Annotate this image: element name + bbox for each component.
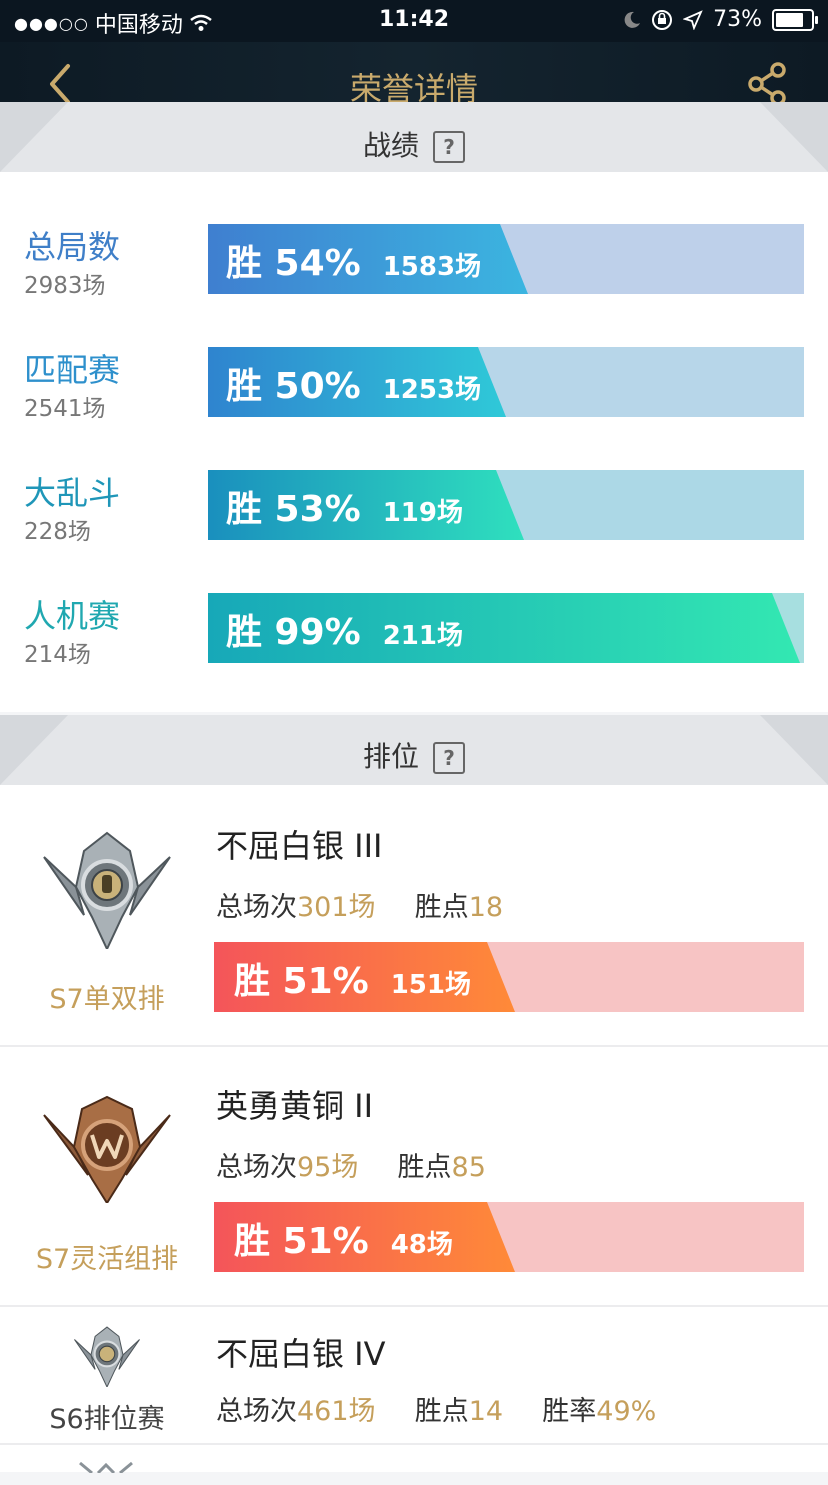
rank-season: S6排位赛 (49, 1404, 165, 1435)
stats-panel: 总局数 2983场 胜 54% 1583场 匹配赛 2541场 胜 50% 1253… (0, 172, 828, 712)
win-rate-bar: 胜 99% 211场 (208, 593, 804, 663)
win-label: 胜 54% (226, 243, 361, 284)
win-rate-bar: 胜 51% 48场 (214, 1202, 804, 1272)
win-rate-bar: 胜 50% 1253场 (208, 347, 804, 417)
rank-season: S7灵活组排 (35, 1244, 179, 1275)
battery-icon (772, 8, 818, 31)
win-rate-bar: 胜 51% 151场 (214, 942, 804, 1012)
stat-name: 匹配赛 (24, 351, 121, 389)
rank-row-s6[interactable]: S6排位赛 不屈白银 IV 总场次461场 胜点14 胜率49% (0, 1307, 828, 1445)
win-rate-bar: 胜 54% 1583场 (208, 224, 804, 294)
help-icon[interactable]: ? (433, 742, 465, 774)
record-section-header: 战绩? (0, 102, 828, 172)
moon-icon (624, 11, 641, 28)
rank-meta: 总场次301场 胜点18 (216, 892, 504, 923)
win-count: 1583场 (382, 252, 482, 282)
win-label: 胜 99% (226, 612, 361, 653)
win-count: 48场 (390, 1230, 453, 1260)
stat-name: 人机赛 (24, 597, 121, 635)
stat-row-normal[interactable]: 匹配赛 2541场 胜 50% 1253场 (0, 347, 828, 437)
silver-badge-icon (74, 1326, 140, 1387)
stat-row-total[interactable]: 总局数 2983场 胜 54% 1583场 (0, 224, 828, 314)
record-section-title: 战绩 (362, 129, 419, 162)
rank-section-title: 排位 (362, 740, 419, 773)
rank-tier: 英勇黄铜 II (216, 1087, 374, 1125)
rank-meta: 总场次95场 胜点85 (216, 1152, 486, 1183)
stat-total: 2983场 (24, 273, 106, 299)
ranks-panel: S7单双排 不屈白银 III 总场次301场 胜点18 胜 51% 151场 S7… (0, 785, 828, 1473)
win-count: 151场 (390, 970, 471, 1000)
help-icon[interactable]: ? (433, 131, 465, 163)
win-label: 胜 50% (226, 366, 361, 407)
rank-row-solo[interactable]: S7单双排 不屈白银 III 总场次301场 胜点18 胜 51% 151场 (0, 785, 828, 1047)
stat-total: 214场 (24, 642, 91, 668)
stat-row-aram[interactable]: 大乱斗 228场 胜 53% 119场 (0, 470, 828, 560)
rank-tier: 不屈白银 III (216, 827, 383, 865)
win-label: 胜 53% (226, 489, 361, 530)
status-bar: ●●●○○ 中国移动 11:42 73% (0, 0, 828, 42)
bronze-badge-icon (43, 1095, 171, 1203)
win-count: 1253场 (382, 375, 482, 405)
win-label: 胜 51% (234, 961, 369, 1002)
stat-total: 2541场 (24, 396, 106, 422)
battery-percent: 73% (713, 7, 762, 32)
rank-meta: 总场次461场 胜点14 胜率49% (216, 1396, 657, 1427)
rank-season: S7单双排 (49, 984, 165, 1015)
silver-badge-icon (79, 1461, 133, 1473)
win-rate-bar: 胜 53% 119场 (208, 470, 804, 540)
rank-section-header: 排位? (0, 715, 828, 785)
stat-total: 228场 (24, 519, 91, 545)
silver-badge-icon (43, 831, 171, 949)
rank-row-partial[interactable] (0, 1445, 828, 1485)
rank-row-flex[interactable]: S7灵活组排 英勇黄铜 II 总场次95场 胜点85 胜 51% 48场 (0, 1047, 828, 1307)
stat-row-bot[interactable]: 人机赛 214场 胜 99% 211场 (0, 593, 828, 683)
orientation-lock-icon (652, 9, 673, 30)
win-label: 胜 51% (234, 1221, 369, 1262)
stat-name: 总局数 (24, 228, 121, 266)
win-count: 211场 (382, 621, 463, 651)
stat-name: 大乱斗 (24, 474, 121, 512)
share-icon[interactable] (744, 60, 792, 108)
rank-tier: 不屈白银 IV (216, 1335, 386, 1373)
location-icon (683, 9, 703, 30)
win-count: 119场 (382, 498, 463, 528)
